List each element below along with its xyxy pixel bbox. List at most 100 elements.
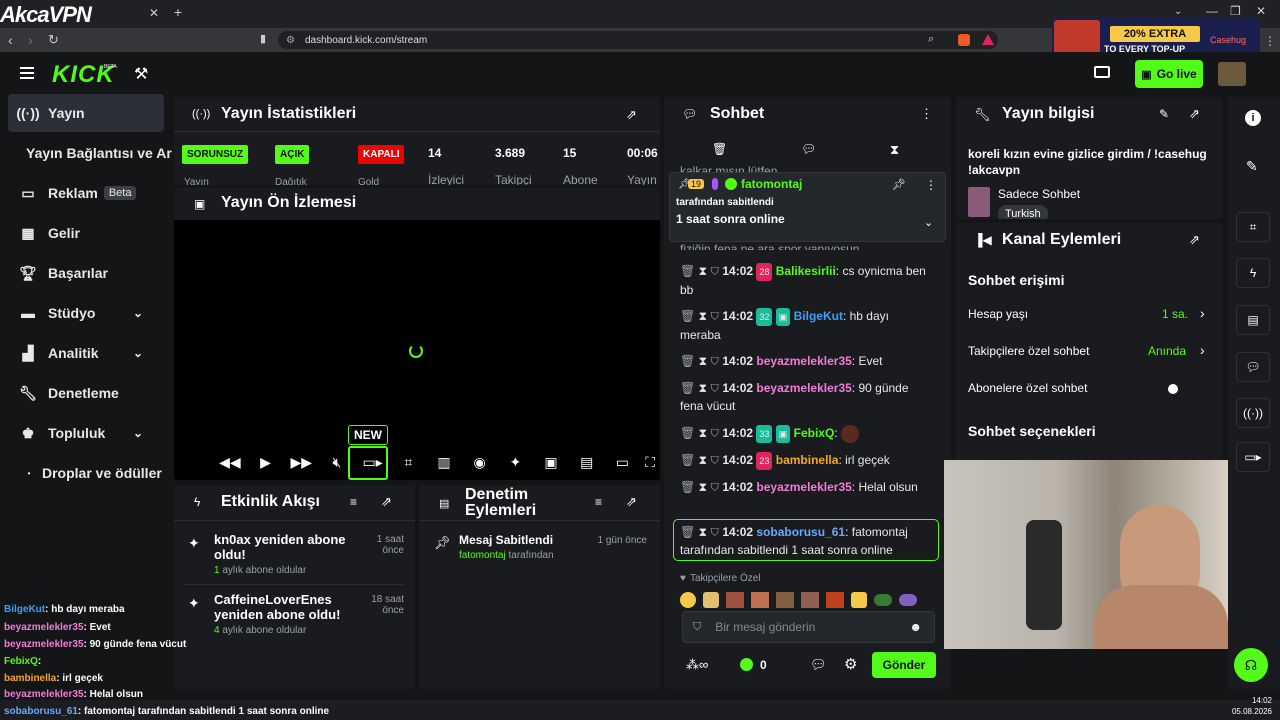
support-icon[interactable]: ☊ [1234,648,1268,682]
window-close-icon[interactable]: ✕ [1256,4,1266,18]
emote-icon[interactable] [899,594,917,606]
message-user[interactable]: bambinella [776,453,839,467]
emote-icon[interactable] [726,592,744,608]
avatar[interactable] [1218,62,1246,86]
message-user[interactable]: BilgeKut [794,309,843,323]
sidebar-item-topluluk[interactable]: ♚ Topluluk ⌄ [8,414,164,452]
chat-icon[interactable]: 💬︎ [1236,352,1270,382]
timeout-icon[interactable]: ⧗ [699,354,707,368]
gear-icon[interactable]: ⚙ [844,655,857,673]
alert-triangle-icon[interactable] [982,34,994,45]
hammer-icon[interactable]: ⚒ [134,64,148,84]
emote-icon[interactable] [826,592,844,608]
play-icon[interactable]: ▶ [248,454,284,471]
message-user[interactable]: sobaborusu_61 [756,525,845,539]
back-icon[interactable]: ‹ [8,32,13,48]
camera-icon[interactable]: ▭▸ [1236,442,1270,472]
maximize-icon[interactable]: ❐ [1230,4,1241,18]
reload-icon[interactable]: ↻ [48,32,59,48]
go-live-button[interactable]: ▣ Go live [1135,60,1203,88]
replay-icon[interactable]: ◉ [462,454,498,471]
minimize-icon[interactable]: — [1206,4,1218,18]
close-tab-icon[interactable]: ✕ [148,6,160,20]
chat-settings-bubble-icon[interactable]: 💬︎ [810,657,827,673]
message-user[interactable]: FebixQ [794,426,835,440]
mute-icon[interactable]: 🔇︎ [319,454,355,471]
popout-icon[interactable]: ⇗ [381,494,392,510]
emote-icon[interactable] [801,592,819,608]
site-info-icon[interactable]: ⚙ [286,35,295,46]
timeout-icon[interactable]: ⧗ [699,381,707,395]
popout-icon[interactable]: ⇗ [626,107,637,123]
category-name[interactable]: Sadece Sohbet [998,187,1080,201]
sidebar-item-gelir[interactable]: ▦ Gelir [8,214,164,252]
timeout-icon[interactable]: ⧗ [699,309,707,323]
sidebar-item-yayin-baglantisi[interactable]: Yayın Bağlantısı ve Ar [26,134,176,172]
popout-icon[interactable]: ⇗ [626,494,637,510]
edit-icon[interactable]: ✎ [1159,107,1169,121]
filter-icon[interactable]: ≡ [350,495,357,509]
filter-icon[interactable]: ≡ [595,495,602,509]
delete-icon[interactable]: 🗑︎ [680,264,695,278]
document-icon[interactable]: ▤ [1236,305,1270,335]
lightning-icon[interactable]: ϟ [1236,258,1270,288]
sidebar-item-basarilar[interactable]: 🏆︎ Başarılar [8,254,164,292]
emoji-icon[interactable]: ☻ [909,620,922,634]
sidebar-item-yayin[interactable]: ((·)) Yayın [8,94,164,132]
brave-icon[interactable] [958,34,970,46]
bookmark-icon[interactable]: ▮ [260,32,266,45]
pinned-message[interactable]: 📌︎ 19 fatomontaj 📌︎ ⋮ tarafından sabitle… [669,172,946,242]
trash-icon[interactable]: 🗑︎ [712,142,727,156]
send-button[interactable]: Gönder [872,652,936,678]
hourglass-icon[interactable]: ⧗ [890,142,899,158]
scan-icon[interactable]: ⌗ [1236,212,1270,242]
setting-row-account-age[interactable]: Hesap yaşı 1 sa. › [956,303,1222,327]
unpin-icon[interactable]: 📌︎ [892,178,906,191]
chat-input[interactable]: ⛉ Bir mesaj gönderin ☻ [682,611,935,643]
broadcast-icon[interactable]: ((·)) [1236,398,1270,428]
emote-icon[interactable] [751,592,769,608]
fullscreen-icon[interactable]: ⛶ [640,454,660,471]
message-user[interactable]: beyazmelekler35 [756,480,851,494]
delete-icon[interactable]: 🗑︎ [680,525,695,539]
pip-icon[interactable]: ▣ [533,454,569,471]
points-icon[interactable]: ⁂∞ [686,657,708,673]
sidebar-item-denetleme[interactable]: 🔧︎ Denetleme [8,374,164,412]
list-item[interactable]: ✦ kn0ax yeniden abone oldu! 1 aylık abon… [174,525,415,581]
timeout-icon[interactable]: ⧗ [699,525,707,539]
rewind-icon[interactable]: ◀◀ [212,454,248,471]
popout-icon[interactable]: ⇗ [1189,232,1200,248]
message-user[interactable]: beyazmelekler35 [756,354,851,368]
emote-icon[interactable] [874,594,892,606]
timeout-icon[interactable]: ⧗ [699,264,707,278]
sidebar-item-reklam[interactable]: ▭ Reklam Beta [8,174,164,212]
theater-icon[interactable]: ▭ [605,454,641,471]
camera-icon[interactable]: ▭▸ [355,454,391,471]
timeout-icon[interactable]: ⧗ [699,426,707,440]
forward-icon[interactable]: › [28,32,33,48]
new-tab-icon[interactable]: + [172,4,184,20]
emote-icon[interactable] [776,592,794,608]
fast-forward-icon[interactable]: ▶▶ [283,454,319,471]
hamburger-menu-icon[interactable] [20,67,34,69]
timeout-icon[interactable]: ⧗ [699,480,707,494]
search-icon[interactable]: ⌕ [928,33,934,46]
message-user[interactable]: Balikesirlii [776,264,836,278]
menu-dots-icon[interactable]: ⋮ [920,106,933,122]
emote-icon[interactable] [703,592,719,608]
delete-icon[interactable]: 🗑︎ [680,309,695,323]
list-item[interactable]: 📌︎ Mesaj Sabitlendi fatomontaj tarafında… [419,527,660,567]
speech-bubble-icon[interactable]: 💬︎ [801,142,816,156]
mod-view-icon[interactable] [1094,66,1110,78]
emote-icon[interactable] [851,592,867,608]
delete-icon[interactable]: 🗑︎ [680,354,695,368]
delete-icon[interactable]: 🗑︎ [680,453,695,467]
sparkle-icon[interactable]: ✦ [498,454,534,471]
chart-icon[interactable]: ▥ [426,454,462,471]
delete-icon[interactable]: 🗑︎ [680,426,695,440]
message-user[interactable]: beyazmelekler35 [756,381,851,395]
url-field[interactable]: ⚙ dashboard.kick.com/stream [278,31,998,49]
sidebar-item-droplar[interactable]: • Droplar ve ödüller [8,454,164,492]
popout-icon[interactable]: ⇗ [1189,106,1200,122]
pencil-icon[interactable]: ✎ [1246,158,1258,175]
